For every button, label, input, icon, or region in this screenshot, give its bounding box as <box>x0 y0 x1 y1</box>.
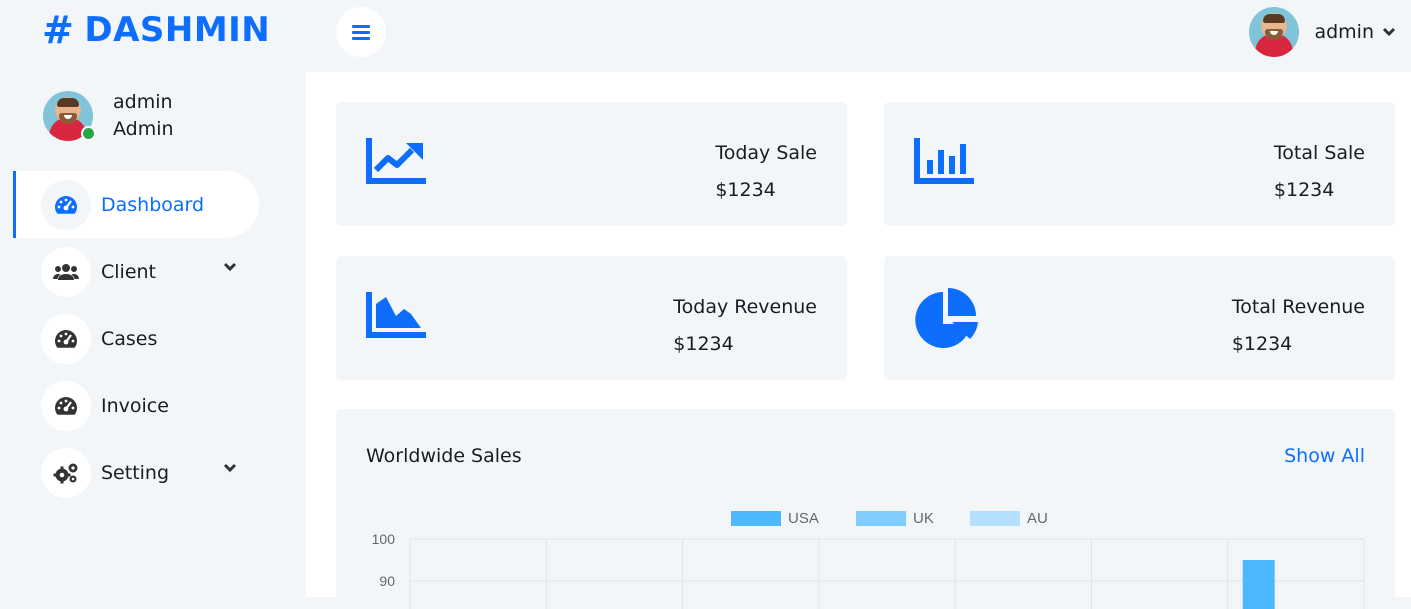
sidebar-nav: Dashboard Client Cases Invoice Setting <box>13 171 306 506</box>
tachometer-icon <box>41 380 91 431</box>
chart-bar-icon <box>914 138 974 184</box>
show-all-link[interactable]: Show All <box>1284 445 1365 467</box>
chart-area-icon <box>366 292 426 338</box>
sidebar-item-label: Setting <box>101 461 170 484</box>
chevron-down-icon <box>1382 27 1396 37</box>
stat-value: $1234 <box>1231 333 1293 355</box>
stat-card-total-revenue: Total Revenue $1234 <box>884 256 1395 380</box>
user-menu-name: admin <box>1314 21 1374 43</box>
stat-card-total-sale: Total Sale $1234 <box>884 102 1395 226</box>
legend-label: AU <box>1027 510 1048 527</box>
stat-label: Total Revenue <box>1231 296 1365 318</box>
sidebar-user-name: admin <box>113 91 173 113</box>
bars-icon <box>352 24 370 40</box>
sidebar-item-cases[interactable]: Cases <box>13 305 306 372</box>
sidebar-user-role: Admin <box>113 118 174 140</box>
chart-pie-icon <box>915 288 978 348</box>
sidebar-item-invoice[interactable]: Invoice <box>13 372 306 439</box>
sidebar-item-label: Dashboard <box>101 193 205 216</box>
stat-value: $1234 <box>715 179 776 201</box>
sidebar-user: admin Admin <box>43 89 174 143</box>
brand-name: DASHMIN <box>84 10 271 50</box>
tachometer-icon <box>41 179 91 230</box>
main-content: Today Sale $1234 Total Sale $1234 Today … <box>306 72 1411 609</box>
stat-value: $1234 <box>673 333 734 355</box>
brand-logo[interactable]: # DASHMIN <box>42 8 270 52</box>
online-status-dot <box>81 126 96 141</box>
legend-label: USA <box>788 510 819 527</box>
legend-swatch <box>970 511 1020 526</box>
y-tick-label: 90 <box>379 573 395 589</box>
panel-title: Worldwide Sales <box>366 445 522 467</box>
stat-card-today-revenue: Today Revenue $1234 <box>336 256 847 380</box>
users-icon <box>41 246 91 297</box>
avatar <box>1249 7 1300 57</box>
worldwide-sales-panel: Worldwide Sales Show All USA UK AU 100 90 <box>336 409 1395 609</box>
cogs-icon <box>41 447 91 498</box>
worldwide-sales-chart: USA UK AU 100 90 <box>372 510 1365 609</box>
sidebar-item-dashboard[interactable]: Dashboard <box>13 171 259 238</box>
sidebar-item-label: Cases <box>101 327 158 350</box>
user-menu[interactable]: admin <box>1249 7 1396 57</box>
stat-card-today-sale: Today Sale $1234 <box>336 102 847 226</box>
stat-value: $1234 <box>1273 179 1335 201</box>
y-tick-label: 100 <box>372 531 396 547</box>
bar-usa <box>1242 560 1275 609</box>
stat-label: Today Sale <box>715 142 817 164</box>
sidebar: # DASHMIN admin Admin Dashboard Client C… <box>0 0 306 597</box>
sidebar-toggle-button[interactable] <box>336 7 386 57</box>
legend-label: UK <box>913 510 934 527</box>
legend-swatch <box>731 511 781 526</box>
stat-label: Today Revenue <box>673 296 817 318</box>
legend-swatch <box>856 511 906 526</box>
sidebar-item-setting[interactable]: Setting <box>13 439 306 506</box>
sidebar-item-label: Invoice <box>101 394 169 417</box>
chart-line-icon <box>366 138 426 184</box>
stat-label: Total Sale <box>1273 142 1365 164</box>
chevron-down-icon <box>223 262 237 272</box>
topbar: admin <box>306 0 1411 72</box>
sidebar-item-label: Client <box>101 260 157 283</box>
chevron-down-icon <box>223 463 237 473</box>
tachometer-icon <box>41 313 91 364</box>
sidebar-item-client[interactable]: Client <box>13 238 306 305</box>
brand-symbol: # <box>42 8 75 52</box>
